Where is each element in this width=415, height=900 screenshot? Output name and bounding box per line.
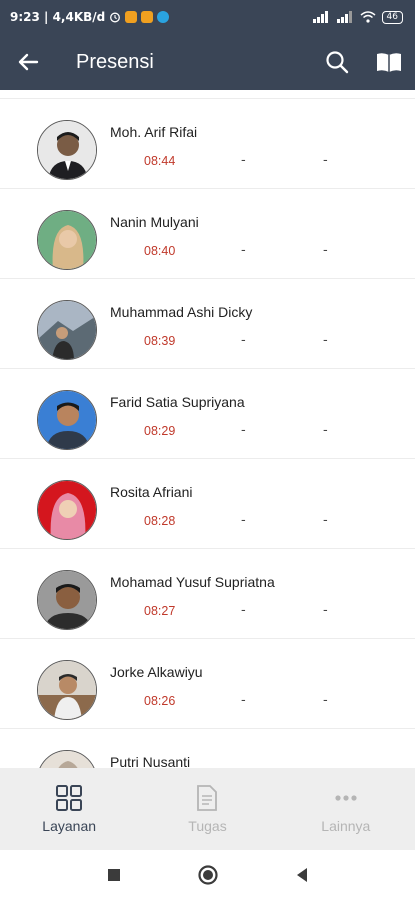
check-in-time: 08:40 [144,244,176,258]
status-value: - [323,333,328,348]
triangle-left-icon [296,868,307,882]
alarm-icon [110,12,121,23]
check-in-time: 08:39 [144,334,176,348]
avatar [37,480,97,540]
list-item[interactable]: Muhammad Ashi Dicky 08:39 - - [0,278,415,369]
avatar [37,210,97,270]
status-value: - [241,693,246,708]
status-value: - [241,603,246,618]
home-button[interactable] [193,860,223,890]
student-name: Jorke Alkawiyu [110,664,203,680]
student-name: Rosita Afriani [110,484,193,500]
search-icon [326,51,349,74]
nav-label: Tugas [188,818,227,834]
arrow-left-icon [18,53,39,71]
nav-label: Layanan [42,818,97,834]
status-value: - [241,243,246,258]
status-right: 46 [312,10,415,24]
status-value: - [241,423,246,438]
avatar [37,300,97,360]
notification-app-icon [141,11,154,23]
check-in-time: 08:44 [144,154,176,168]
nav-layanan[interactable]: Layanan [0,768,138,850]
status-value: - [323,153,328,168]
avatar [37,750,97,768]
student-name: Moh. Arif Rifai [110,124,198,140]
status-value: - [241,513,246,528]
student-name: Putri Nusanti [110,754,191,768]
list-item[interactable]: Nanin Mulyani 08:40 - - [0,188,415,279]
check-in-time: 08:27 [144,604,176,618]
attendance-list[interactable]: Moh. Arif Rifai 08:44 - - Nanin Mulyani … [0,90,415,768]
check-in-time: 08:29 [144,424,176,438]
status-bar: 9:23 | 4,4KB/d 46 [0,0,415,34]
more-icon [335,795,357,801]
avatar [37,660,97,720]
nav-lainnya[interactable]: Lainnya [277,768,415,850]
back-button[interactable] [0,34,56,90]
square-icon [107,869,120,881]
nav-tugas[interactable]: Tugas [138,768,276,850]
student-name: Mohamad Yusuf Supriatna [110,574,275,590]
back-nav-button[interactable] [287,860,317,890]
status-value: - [323,513,328,528]
grid-icon [56,785,83,811]
telegram-icon [157,11,170,23]
notification-app-icon [125,11,138,23]
app-bar: Presensi [0,34,415,90]
avatar [37,570,97,630]
avatar [37,390,97,450]
avatar [37,120,97,180]
page-title: Presensi [76,50,154,73]
status-time: 9:23 | 4,4KB/d [10,10,106,24]
circle-icon [197,865,218,885]
book-button[interactable] [363,34,415,90]
system-nav-bar [0,850,415,900]
check-in-time: 08:26 [144,694,176,708]
search-button[interactable] [311,34,363,90]
document-icon [197,785,218,811]
student-name: Nanin Mulyani [110,214,199,230]
list-item[interactable]: Farid Satia Supriyana 08:29 - - [0,368,415,459]
list-item[interactable]: Jorke Alkawiyu 08:26 - - [0,638,415,729]
list-item[interactable]: Rosita Afriani 08:28 - - [0,458,415,549]
battery-icon: 46 [381,10,403,24]
check-in-time: 08:28 [144,514,176,528]
status-value: - [323,243,328,258]
signal-icon [312,11,328,23]
recents-button[interactable] [99,860,129,890]
signal-icon [336,11,352,23]
status-left: 9:23 | 4,4KB/d [0,10,170,24]
bottom-nav: Layanan Tugas Lainnya [0,768,415,850]
status-value: - [323,423,328,438]
book-icon [377,53,401,72]
status-value: - [323,693,328,708]
list-item[interactable]: Moh. Arif Rifai 08:44 - - [0,98,415,189]
nav-label: Lainnya [321,818,371,834]
student-name: Farid Satia Supriyana [110,394,245,410]
list-item[interactable]: Mohamad Yusuf Supriatna 08:27 - - [0,548,415,639]
wifi-icon [360,11,376,23]
status-value: - [323,603,328,618]
status-value: - [241,153,246,168]
list-item[interactable]: Putri Nusanti [0,728,415,768]
status-value: - [241,333,246,348]
student-name: Muhammad Ashi Dicky [110,304,253,320]
